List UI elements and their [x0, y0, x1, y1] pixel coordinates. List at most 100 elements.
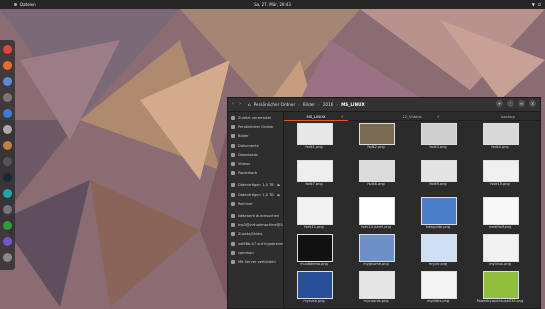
file-thumbnail[interactable]	[297, 234, 333, 262]
file-name: fsdk11.png	[304, 225, 324, 229]
chrome-icon[interactable]	[3, 45, 12, 54]
sidebar-item[interactable]: Zuletzt verwendet	[231, 114, 283, 122]
chromium-icon[interactable]	[3, 77, 12, 86]
tab-ms-linux[interactable]: MS_LINUX ×	[284, 112, 348, 121]
sidebar-item[interactable]: Zusatz/Shims	[231, 230, 283, 238]
usb-icon[interactable]	[3, 205, 12, 214]
breadcrumb-current[interactable]: MS_LINUX	[341, 102, 365, 107]
sidebar-item[interactable]: Datenträger: 1,0 TB ⏏	[231, 191, 283, 199]
file-thumbnail[interactable]	[421, 197, 457, 225]
file-thumbnail[interactable]	[297, 160, 333, 182]
sidebar-item[interactable]: common	[231, 249, 283, 257]
place-icon	[231, 134, 235, 139]
file-name: fsdk9.png	[429, 182, 447, 186]
file-thumbnail[interactable]	[421, 234, 457, 262]
view-options-icon[interactable]: ⋮	[507, 100, 514, 107]
sidebar-item[interactable]: vdl66b-47 auf ingebrenes...	[231, 240, 283, 248]
gnome-icon[interactable]	[3, 125, 12, 134]
file-name: fsdk1.png	[305, 145, 323, 149]
sidebar-item[interactable]: mp3@virtualmachine@Sch...	[231, 221, 283, 229]
file-name: mydisks.png	[426, 299, 450, 303]
breadcrumb: ⌂ Persönlicher Ordner › Bilder › 2016 › …	[248, 101, 365, 107]
eject-icon[interactable]: ⏏	[277, 193, 280, 197]
file-name: fsdk7.png	[305, 182, 323, 186]
sidebar-item-label: Videos	[238, 162, 250, 166]
sidebar-item[interactable]: Mit Server verbinden	[231, 258, 283, 266]
app-icon[interactable]	[3, 109, 12, 118]
sidebar-item[interactable]: Bilder	[231, 132, 283, 140]
file-thumbnail[interactable]	[421, 160, 457, 182]
file-thumbnail[interactable]	[483, 197, 519, 225]
headphones-icon[interactable]	[3, 93, 12, 102]
forward-icon[interactable]: ›	[239, 101, 241, 107]
sidebar-item[interactable]: Videos	[231, 160, 283, 168]
file-thumbnail[interactable]	[297, 197, 333, 225]
sidebar-item[interactable]: Netzwerk durchsuchen	[231, 212, 283, 220]
back-icon[interactable]: ‹	[232, 101, 234, 107]
spreadsheet-icon[interactable]	[3, 221, 12, 230]
home-icon: ⌂	[248, 101, 251, 107]
sidebar-item-label: Zuletzt verwendet	[238, 116, 271, 120]
file-thumbnail[interactable]	[297, 123, 333, 145]
places-sidebar: Zuletzt verwendet Persönlicher Ordner Bild…	[228, 112, 284, 308]
disk-icon[interactable]	[3, 237, 12, 246]
terminal-icon[interactable]	[3, 157, 12, 166]
file-name: fsdk2.png	[367, 145, 385, 149]
file-name: mysuse.png	[303, 299, 325, 303]
tab-backup[interactable]: backup	[476, 112, 540, 120]
files-icon[interactable]	[3, 141, 12, 150]
place-icon	[231, 152, 235, 157]
place-icon	[231, 232, 235, 237]
close-icon[interactable]: ×	[341, 114, 344, 119]
sidebar-item-label: Mit Server verbinden	[238, 260, 276, 264]
power-icon[interactable]: ⏻	[538, 2, 541, 7]
file-thumbnail[interactable]	[483, 234, 519, 262]
sidebar-item-label: Downloads	[238, 152, 258, 157]
sidebar-item-label: Netzwerk durchsuchen	[238, 214, 280, 218]
close-icon[interactable]: ×	[529, 100, 536, 107]
file-thumbnail[interactable]	[483, 160, 519, 182]
sidebar-item[interactable]: Papierkorb	[231, 169, 283, 177]
file-thumbnail[interactable]	[297, 271, 333, 299]
system-menu-arrow-icon[interactable]: ▼	[532, 2, 535, 7]
breadcrumb-home[interactable]: Persönlicher Ordner	[254, 102, 296, 107]
file-thumbnail[interactable]	[359, 197, 395, 225]
file-thumbnail[interactable]	[483, 123, 519, 145]
sidebar-item[interactable]: Datenträger: 1,0 TB ⏏	[231, 181, 283, 189]
list-view-icon[interactable]: ≡	[518, 100, 525, 107]
file-thumbnail[interactable]	[359, 160, 395, 182]
location-icon[interactable]: ⌖	[496, 100, 503, 107]
place-icon	[231, 183, 235, 188]
firefox-icon[interactable]	[3, 61, 12, 70]
tab-videos[interactable]: 12_Videos ×	[380, 112, 444, 120]
sidebar-item[interactable]: Persönlicher Ordner	[231, 123, 283, 131]
file-name: fsdk3.png	[429, 145, 447, 149]
sidebar-item[interactable]: Downloads	[231, 151, 283, 159]
breadcrumb-2016[interactable]: 2016	[323, 102, 334, 107]
breadcrumb-bilder[interactable]: Bilder	[303, 102, 315, 107]
sidebar-item[interactable]: Dokumente	[231, 142, 283, 150]
steam-icon[interactable]	[3, 173, 12, 182]
place-icon	[231, 241, 235, 246]
file-thumbnail[interactable]	[359, 271, 395, 299]
sidebar-item-label: Persönlicher Ordner	[238, 125, 274, 130]
close-icon[interactable]: ×	[437, 114, 440, 119]
file-name: fsdk14.jshell.png	[361, 225, 391, 229]
eject-icon[interactable]: ⏏	[277, 183, 280, 187]
file-name: fsdk4.png	[491, 145, 509, 149]
app-teal-icon[interactable]	[3, 189, 12, 198]
file-thumbnail[interactable]	[483, 271, 519, 299]
sidebar-item[interactable]: Rechner	[231, 200, 283, 208]
file-thumbnail[interactable]	[421, 123, 457, 145]
grid-icon[interactable]	[3, 253, 12, 262]
file-thumbnail[interactable]	[359, 234, 395, 262]
sidebar-item-label: vdl66b-47 auf ingebrenes...	[238, 241, 283, 246]
sidebar-item-label: Dokumente	[238, 143, 259, 148]
place-icon	[231, 214, 235, 218]
file-thumbnail[interactable]	[359, 123, 395, 145]
clock[interactable]: Sa, 27. Mär, 20:43	[254, 2, 291, 7]
header-bar: ‹ › ⌂ Persönlicher Ordner › Bilder › 201…	[228, 98, 540, 112]
file-thumbnail[interactable]	[421, 271, 457, 299]
place-icon	[231, 201, 235, 206]
file-name: modifsdf.png	[488, 225, 512, 229]
